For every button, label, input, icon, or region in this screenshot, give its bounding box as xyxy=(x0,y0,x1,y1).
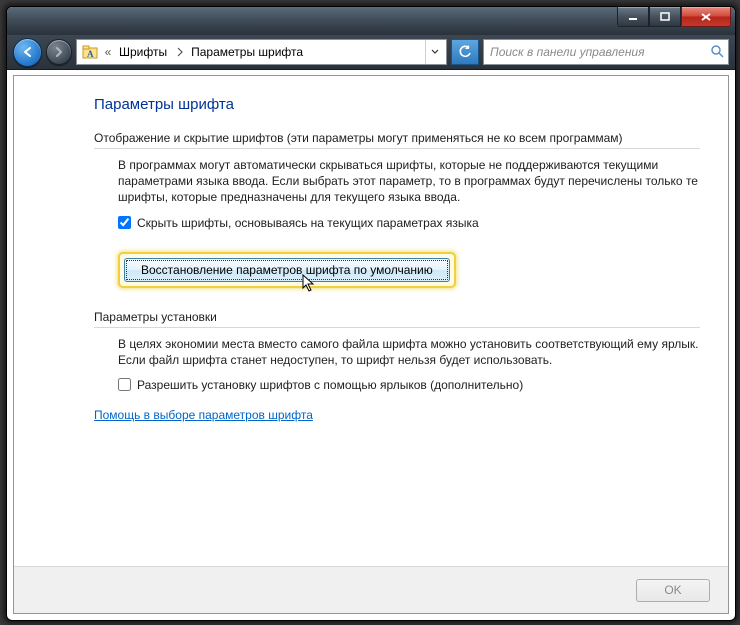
chevron-right-icon xyxy=(173,47,187,57)
title-bar xyxy=(7,7,735,35)
section1-body: В программах могут автоматически скрыват… xyxy=(118,157,700,206)
search-box[interactable] xyxy=(483,39,729,65)
refresh-button[interactable] xyxy=(451,39,479,65)
svg-text:A: A xyxy=(87,49,94,59)
close-button[interactable] xyxy=(681,6,731,27)
restore-button-highlight: Восстановление параметров шрифта по умол… xyxy=(118,252,456,288)
hide-fonts-checkbox-row[interactable]: Скрыть шрифты, основываясь на текущих па… xyxy=(118,216,700,230)
chevron-left-double-icon: « xyxy=(101,45,115,59)
window-controls xyxy=(617,6,731,27)
navigation-bar: A « Шрифты Параметры шрифта xyxy=(7,35,735,70)
search-input[interactable] xyxy=(488,44,710,60)
chevron-down-icon xyxy=(431,49,439,55)
arrow-right-icon xyxy=(53,46,65,58)
ok-button[interactable]: OK xyxy=(636,579,710,602)
arrow-left-icon xyxy=(21,45,35,59)
section2-header-text: Параметры установки xyxy=(94,310,217,324)
maximize-button[interactable] xyxy=(649,6,681,27)
control-panel-window: A « Шрифты Параметры шрифта Параметры шр… xyxy=(6,6,736,621)
back-button[interactable] xyxy=(13,38,42,67)
breadcrumb[interactable]: A « Шрифты Параметры шрифта xyxy=(76,39,447,65)
help-link[interactable]: Помощь в выборе параметров шрифта xyxy=(94,408,313,422)
footer-bar: OK xyxy=(14,566,728,613)
minimize-button[interactable] xyxy=(617,6,649,27)
hide-fonts-checkbox[interactable] xyxy=(118,216,131,229)
close-icon xyxy=(700,12,712,22)
section1-header: Отображение и скрытие шрифтов (эти парам… xyxy=(94,131,700,149)
content-inner: Параметры шрифта Отображение и скрытие ш… xyxy=(14,76,728,566)
forward-button[interactable] xyxy=(46,39,72,65)
content-pane: Параметры шрифта Отображение и скрытие ш… xyxy=(13,75,729,614)
allow-shortcut-install-checkbox[interactable] xyxy=(118,378,131,391)
breadcrumb-seg-params[interactable]: Параметры шрифта xyxy=(187,40,309,64)
hide-fonts-label: Скрыть шрифты, основываясь на текущих па… xyxy=(137,216,479,230)
folder-icon: A xyxy=(81,43,99,61)
maximize-icon xyxy=(660,12,670,22)
allow-shortcut-install-label: Разрешить установку шрифтов с помощью яр… xyxy=(137,378,523,392)
section1-header-text: Отображение и скрытие шрифтов (эти парам… xyxy=(94,131,623,145)
minimize-icon xyxy=(628,12,638,22)
page-title: Параметры шрифта xyxy=(94,96,700,113)
breadcrumb-seg-fonts[interactable]: Шрифты xyxy=(115,40,173,64)
breadcrumb-dropdown[interactable] xyxy=(425,40,444,64)
section2-body: В целях экономии места вместо самого фай… xyxy=(118,336,700,368)
restore-defaults-button[interactable]: Восстановление параметров шрифта по умол… xyxy=(124,258,450,282)
refresh-icon xyxy=(458,45,472,59)
allow-shortcut-install-row[interactable]: Разрешить установку шрифтов с помощью яр… xyxy=(118,378,700,392)
search-icon xyxy=(710,44,724,61)
section2-header: Параметры установки xyxy=(94,310,700,328)
